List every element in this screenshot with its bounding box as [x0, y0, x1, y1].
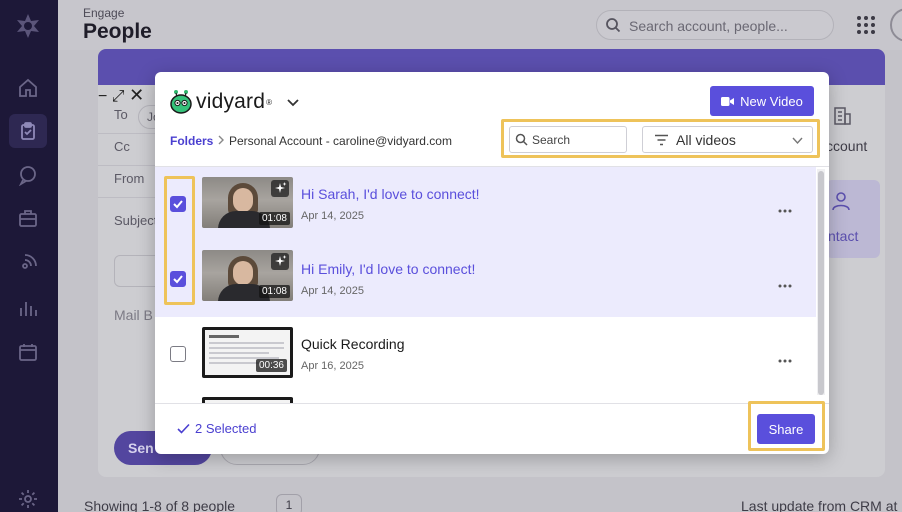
sparkle-icon — [271, 253, 289, 270]
video-thumbnail[interactable]: 01:08 — [202, 250, 293, 301]
app-logo-icon — [14, 12, 42, 40]
calendar-icon[interactable] — [17, 341, 39, 363]
global-search-input[interactable]: Search account, people... — [596, 10, 834, 40]
account-label: ccount — [826, 138, 868, 154]
brand-switcher[interactable]: vidyard ® — [169, 88, 300, 116]
new-video-button[interactable]: New Video — [710, 86, 814, 116]
registered-mark: ® — [266, 97, 273, 107]
contact-tile[interactable]: ntact — [826, 180, 880, 258]
briefcase-icon[interactable] — [17, 207, 39, 229]
breadcrumb-folders[interactable]: Folders — [170, 134, 213, 148]
video-search-input[interactable] — [532, 131, 622, 149]
results-summary: Showing 1-8 of 8 people — [84, 498, 235, 512]
contact-label: ntact — [828, 228, 859, 244]
scrollbar[interactable] — [817, 169, 825, 395]
kebab-icon[interactable] — [777, 351, 793, 363]
grid-icon[interactable] — [857, 16, 875, 34]
home-icon[interactable] — [17, 77, 39, 99]
brand-name: vidyard — [196, 90, 266, 113]
divider — [155, 403, 829, 404]
video-camera-icon — [721, 96, 735, 106]
page-title: People — [83, 20, 152, 43]
clipboard-icon[interactable] — [9, 114, 47, 148]
chevron-down-icon — [792, 137, 803, 145]
video-thumbnail[interactable]: 00:36 — [202, 327, 293, 378]
video-duration: 01:08 — [258, 212, 290, 225]
video-thumbnail[interactable]: 01:08 — [202, 177, 293, 228]
video-duration: 00:36 — [255, 359, 287, 372]
cc-label: Cc — [114, 139, 130, 154]
chart-icon[interactable] — [17, 297, 39, 319]
share-button[interactable]: Share — [757, 414, 815, 444]
crm-update-status: Last update from CRM at — [741, 498, 898, 512]
subject-label: Subject — [114, 213, 158, 228]
video-row[interactable]: 00:36 Quick Recording Apr 16, 2025 — [155, 317, 816, 392]
video-duration: 01:08 — [258, 285, 290, 298]
selected-count-label: 2 Selected — [195, 421, 257, 436]
video-checkbox[interactable] — [170, 346, 186, 362]
expand-icon[interactable]: ⤢ — [112, 88, 125, 105]
video-title[interactable]: Hi Emily, I'd love to connect! — [301, 261, 475, 277]
signal-icon[interactable] — [17, 252, 39, 274]
close-icon[interactable]: ✕ — [129, 85, 144, 105]
filter-icon — [655, 134, 668, 146]
filter-selected-value: All videos — [676, 132, 736, 148]
chevron-right-icon — [218, 135, 224, 145]
breadcrumb[interactable]: Engage — [83, 6, 124, 20]
vidyard-modal: vidyard ® New Video Folders Personal Acc… — [155, 72, 829, 454]
selected-count[interactable]: 2 Selected — [177, 421, 256, 436]
vidyard-logo-icon — [170, 90, 192, 114]
settings-icon[interactable] — [17, 488, 39, 510]
video-date: Apr 14, 2025 — [301, 210, 364, 222]
video-filter-select[interactable]: All videos — [642, 126, 813, 153]
side-panel: ccount ntact — [826, 100, 886, 260]
sparkle-icon — [271, 180, 289, 197]
search-icon — [515, 133, 528, 146]
video-date: Apr 16, 2025 — [301, 360, 364, 372]
checkbox-highlight — [164, 176, 195, 305]
video-date: Apr 14, 2025 — [301, 285, 364, 297]
global-search-placeholder: Search account, people... — [629, 18, 788, 34]
video-title[interactable]: Quick Recording — [301, 336, 405, 352]
kebab-icon[interactable] — [777, 276, 793, 288]
pager-page[interactable]: 1 — [276, 494, 302, 512]
building-icon — [834, 107, 851, 125]
from-label: From — [114, 171, 145, 186]
video-row[interactable]: 01:08 Hi Sarah, I'd love to connect! Apr… — [155, 167, 816, 242]
user-icon — [832, 192, 850, 211]
chat-icon[interactable] — [17, 164, 39, 187]
video-title[interactable]: Hi Sarah, I'd love to connect! — [301, 186, 480, 202]
search-icon — [606, 18, 621, 33]
to-label: To — [114, 107, 128, 122]
video-list: 01:08 Hi Sarah, I'd love to connect! Apr… — [155, 167, 816, 403]
video-search-field[interactable] — [509, 126, 627, 153]
kebab-icon[interactable] — [777, 201, 793, 213]
video-row[interactable]: 01:08 Hi Emily, I'd love to connect! Apr… — [155, 242, 816, 317]
new-video-label: New Video — [740, 93, 803, 109]
breadcrumb-current-folder: Personal Account - caroline@vidyard.com — [229, 134, 452, 148]
minimize-icon[interactable]: − — [98, 88, 107, 105]
mail-body[interactable]: Mail B — [114, 307, 153, 323]
chevron-down-icon[interactable] — [286, 95, 300, 109]
check-icon — [177, 423, 190, 434]
left-rail — [0, 0, 58, 512]
